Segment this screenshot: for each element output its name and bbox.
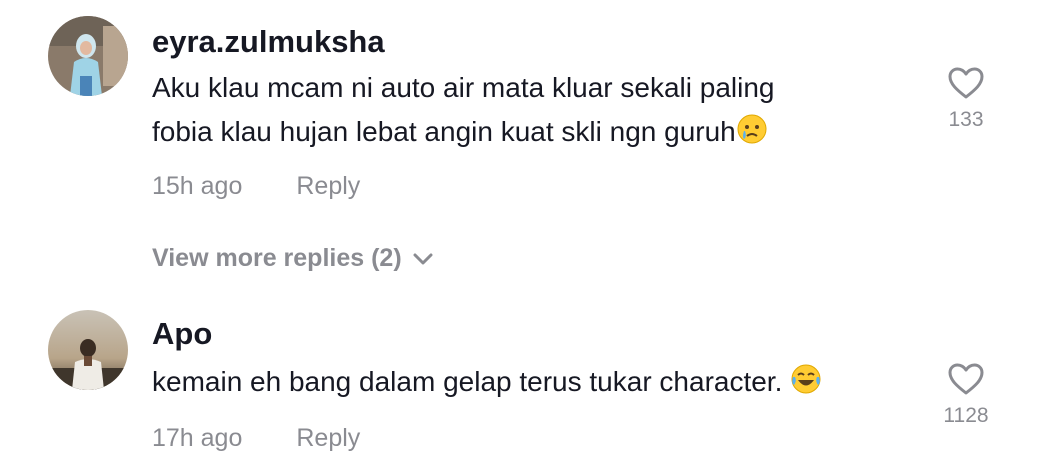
comment-meta: 15h ago Reply (152, 172, 360, 201)
comment-meta: 17h ago Reply (152, 424, 360, 453)
heart-outline-icon[interactable] (947, 362, 985, 396)
tears-of-joy-emoji-icon (790, 363, 822, 408)
comment-item: Apo kemain eh bang dalam gelap terus tuk… (0, 300, 1044, 468)
avatar[interactable] (48, 310, 128, 390)
comment-text-line: kemain eh bang dalam gelap terus tukar c… (152, 366, 783, 397)
like-count: 133 (948, 108, 984, 131)
avatar-image (48, 310, 128, 390)
reply-button[interactable]: Reply (296, 424, 360, 452)
view-more-replies-label: View more replies (2) (152, 244, 402, 272)
like-button[interactable]: 133 (930, 66, 1002, 132)
comment-text-line: Aku klau mcam ni auto air mata kluar sek… (152, 72, 775, 103)
comment-text: Aku klau mcam ni auto air mata kluar sek… (152, 66, 892, 158)
comment-text-line: fobia klau hujan lebat angin kuat skli n… (152, 116, 736, 147)
comment-item: eyra.zulmuksha Aku klau mcam ni auto air… (0, 0, 1044, 230)
comment-timestamp: 17h ago (152, 424, 243, 452)
like-count: 1128 (943, 404, 989, 427)
chevron-down-icon (413, 253, 433, 265)
avatar[interactable] (48, 16, 128, 96)
comment-timestamp: 15h ago (152, 172, 243, 200)
like-button[interactable]: 1128 (930, 362, 1002, 428)
comment-username[interactable]: eyra.zulmuksha (152, 24, 385, 60)
view-more-replies-button[interactable]: View more replies (2) (152, 244, 434, 273)
comment-username[interactable]: Apo (152, 316, 212, 352)
heart-outline-icon[interactable] (947, 66, 985, 100)
avatar-image (48, 16, 128, 96)
crying-face-emoji-icon (736, 113, 768, 158)
reply-button[interactable]: Reply (296, 172, 360, 200)
comment-text: kemain eh bang dalam gelap terus tukar c… (152, 360, 892, 408)
